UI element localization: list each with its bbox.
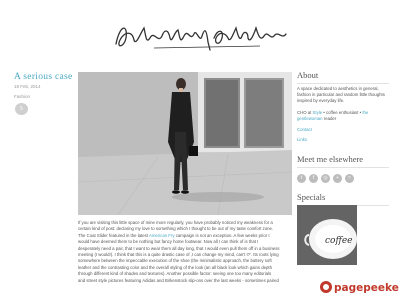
blog-logo[interactable] xyxy=(110,14,300,54)
post-hero-image xyxy=(78,72,292,215)
coffee-cup-illustration: coffee xyxy=(297,205,357,265)
post-body-text: campaign is not an exception. A few week… xyxy=(174,232,270,238)
links-link[interactable]: Links xyxy=(297,137,392,143)
watermark-text: pagepeeker xyxy=(334,282,399,294)
post-title[interactable]: A serious case xyxy=(14,72,73,82)
contact-link[interactable]: Contact xyxy=(297,127,392,133)
inline-brand-link[interactable]: American Fry xyxy=(149,233,175,238)
post-body-text: The Coat Slider featured in the latest xyxy=(78,232,149,238)
street-photo-illustration xyxy=(78,72,292,215)
instagram-icon[interactable]: ◎ xyxy=(321,174,330,183)
rss-icon[interactable]: ≈ xyxy=(345,174,354,183)
style-link[interactable]: Style xyxy=(313,110,323,115)
post-body-line: and street style pictures featuring Adid… xyxy=(78,277,279,283)
facebook-icon[interactable]: f xyxy=(309,174,318,183)
post-date: 18 Feb, 2014 xyxy=(14,84,41,89)
post-body: If you are visiting this little space of… xyxy=(78,220,292,284)
roles-prefix: CHO at xyxy=(297,110,312,115)
post-body-line: through different kind of shades and tex… xyxy=(78,271,272,277)
comment-count-badge[interactable]: 5 xyxy=(15,103,28,115)
divider xyxy=(297,167,389,168)
divider xyxy=(297,83,389,84)
meet-heading: Meet me elsewhere xyxy=(297,154,364,164)
roles-suffix: reader xyxy=(323,116,337,122)
about-heading: About xyxy=(297,70,319,80)
special-caption: coffee xyxy=(325,236,353,246)
specials-heading: Specials xyxy=(297,192,326,202)
twitter-icon[interactable]: t xyxy=(297,174,306,183)
post-body-line: somewhere between the impeccable executi… xyxy=(78,258,272,264)
specials-image[interactable]: coffee xyxy=(297,205,357,265)
post-category[interactable]: Fashion xyxy=(14,94,30,99)
bloglovin-icon[interactable]: + xyxy=(333,174,342,183)
about-text: A space dedicated to aesthetics in gener… xyxy=(297,86,385,104)
blog-header xyxy=(0,0,400,62)
pagepeeker-watermark: pagepeeker xyxy=(320,281,399,294)
about-roles: CHO at Style • coffee enthusiast • the g… xyxy=(297,110,392,122)
roles-mid: • coffee enthusiast • xyxy=(323,110,362,115)
